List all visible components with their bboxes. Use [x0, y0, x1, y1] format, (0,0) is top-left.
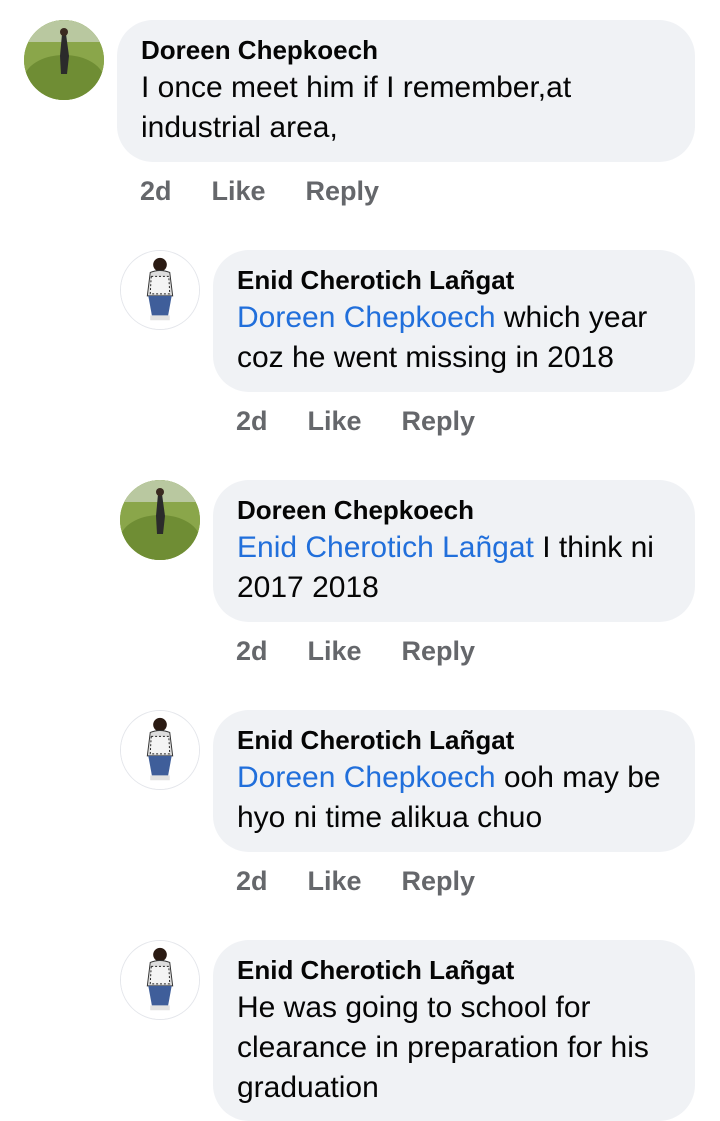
comment-bubble: Doreen Chepkoech Enid Cherotich Lañgat I… — [213, 480, 695, 622]
comment-author[interactable]: Enid Cherotich Lañgat — [237, 954, 671, 986]
avatar-photo-icon — [121, 941, 199, 1019]
comment-author[interactable]: Doreen Chepkoech — [141, 34, 671, 66]
avatar[interactable] — [120, 940, 200, 1020]
comment-bubble: Enid Cherotich Lañgat Doreen Chepkoech o… — [213, 710, 695, 852]
comment-bubble: Enid Cherotich Lañgat Doreen Chepkoech w… — [213, 250, 695, 392]
comment-text: I once meet him if I remember,at industr… — [141, 68, 671, 148]
like-button[interactable]: Like — [308, 406, 362, 437]
comment-timestamp[interactable]: 2d — [236, 866, 268, 897]
comment-actions: 2d Like Reply — [236, 406, 515, 437]
mention-link[interactable]: Enid Cherotich Lañgat — [237, 531, 534, 564]
comment-author[interactable]: Enid Cherotich Lañgat — [237, 264, 671, 296]
avatar-photo-icon — [121, 711, 199, 789]
mention-link[interactable]: Doreen Chepkoech — [237, 301, 496, 334]
avatar[interactable] — [120, 250, 200, 330]
comment-actions: 2d Like Reply — [140, 176, 419, 207]
comment-timestamp[interactable]: 2d — [236, 636, 268, 667]
avatar[interactable] — [120, 480, 200, 560]
mention-link[interactable]: Doreen Chepkoech — [237, 761, 496, 794]
comment-actions: 2d Like Reply — [236, 866, 515, 897]
comment-bubble: Doreen Chepkoech I once meet him if I re… — [117, 20, 695, 162]
reply-button[interactable]: Reply — [306, 176, 380, 207]
comment-timestamp[interactable]: 2d — [140, 176, 172, 207]
comment-text-content: He was going to school for clearance in … — [237, 991, 649, 1104]
avatar[interactable] — [24, 20, 104, 100]
comment-text: Doreen Chepkoech ooh may be hyo ni time … — [237, 758, 671, 838]
comment-author[interactable]: Doreen Chepkoech — [237, 494, 671, 526]
reply-comment: Enid Cherotich Lañgat Doreen Chepkoech o… — [0, 690, 720, 920]
avatar-photo-icon — [121, 251, 199, 329]
avatar[interactable] — [120, 710, 200, 790]
reply-button[interactable]: Reply — [402, 406, 476, 437]
comment-text: Doreen Chepkoech which year coz he went … — [237, 298, 671, 378]
like-button[interactable]: Like — [308, 636, 362, 667]
comment: Doreen Chepkoech I once meet him if I re… — [0, 0, 720, 230]
reply-comment: Enid Cherotich Lañgat Doreen Chepkoech w… — [0, 230, 720, 460]
comment-text: He was going to school for clearance in … — [237, 988, 671, 1108]
reply-button[interactable]: Reply — [402, 636, 476, 667]
comment-text: Enid Cherotich Lañgat I think ni 2017 20… — [237, 528, 671, 608]
comment-timestamp[interactable]: 2d — [236, 406, 268, 437]
like-button[interactable]: Like — [308, 866, 362, 897]
comment-actions: 2d Like Reply — [236, 636, 515, 667]
avatar-photo-icon — [24, 20, 104, 100]
comment-author[interactable]: Enid Cherotich Lañgat — [237, 724, 671, 756]
comment-bubble: Enid Cherotich Lañgat He was going to sc… — [213, 940, 695, 1121]
comment-text-content: I once meet him if I remember,at industr… — [141, 71, 572, 144]
like-button[interactable]: Like — [212, 176, 266, 207]
reply-comment: Doreen Chepkoech Enid Cherotich Lañgat I… — [0, 460, 720, 690]
reply-comment: Enid Cherotich Lañgat He was going to sc… — [0, 920, 720, 1121]
reply-button[interactable]: Reply — [402, 866, 476, 897]
avatar-photo-icon — [120, 480, 200, 560]
